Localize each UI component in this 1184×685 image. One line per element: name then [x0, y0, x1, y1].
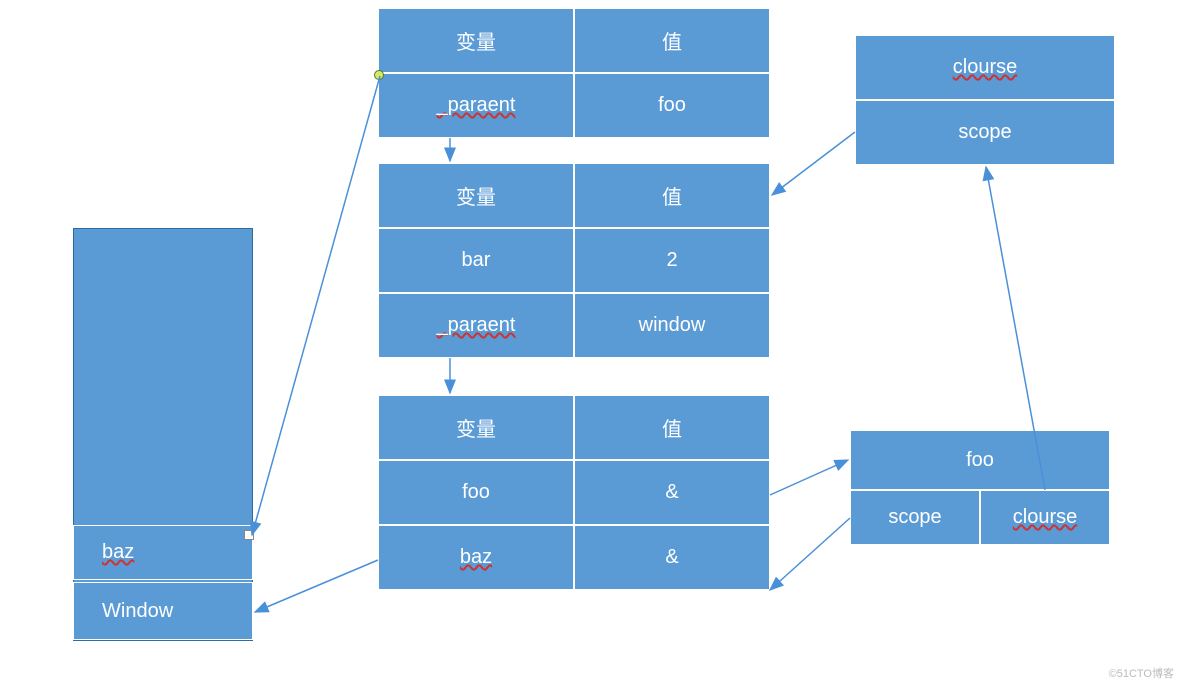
table-mid-r0c1-label: 值 — [662, 181, 682, 210]
table-mid-r2c1-label: window — [639, 314, 706, 337]
table-mid-r1c0: bar — [378, 228, 574, 293]
table-bot-r1c1-label: & — [665, 481, 678, 504]
selection-handle-end — [244, 530, 254, 540]
table-top-r1c1-label: foo — [658, 94, 686, 117]
table-top-r0c0: 变量 — [378, 8, 574, 73]
table-bot-r1c1: & — [574, 460, 770, 525]
table-bot-r0c1: 值 — [574, 395, 770, 460]
selection-handle-start — [374, 70, 384, 80]
table-mid-r1c0-label: bar — [462, 249, 491, 272]
left-baz-cell: baz — [73, 525, 253, 580]
right-bottom-left: scope — [850, 490, 980, 545]
table-mid-r1c1: 2 — [574, 228, 770, 293]
watermark: ©51CTO博客 — [1109, 665, 1174, 681]
right-bottom-title: foo — [850, 430, 1110, 490]
table-bot-r1c0-label: foo — [462, 481, 490, 504]
table-top-r1c1: foo — [574, 73, 770, 138]
table-bot-r1c0: foo — [378, 460, 574, 525]
table-mid-r2c0: _paraent — [378, 293, 574, 358]
table-mid-r2c1: window — [574, 293, 770, 358]
right-bottom-left-label: scope — [888, 506, 941, 529]
table-bot-r2c0-label: baz — [460, 546, 492, 569]
table-top-r1c0: _paraent — [378, 73, 574, 138]
table-top-r1c0-label: _paraent — [437, 94, 516, 117]
table-mid-r0c1: 值 — [574, 163, 770, 228]
table-top-r0c0-label: 变量 — [456, 26, 496, 55]
right-bottom-title-label: foo — [966, 449, 994, 472]
right-top-row-label: scope — [958, 121, 1011, 144]
table-bot-r0c0: 变量 — [378, 395, 574, 460]
right-top-title: clourse — [855, 35, 1115, 100]
table-bot-r0c0-label: 变量 — [456, 413, 496, 442]
diagram-canvas: baz Window 变量 值 _paraent foo 变量 值 bar 2 … — [0, 0, 1184, 685]
left-window-label: Window — [102, 600, 173, 623]
table-bot-r2c0: baz — [378, 525, 574, 590]
table-mid-r0c0: 变量 — [378, 163, 574, 228]
right-bottom-right-label: clourse — [1013, 506, 1077, 529]
table-bot-r2c1-label: & — [665, 546, 678, 569]
right-top-row: scope — [855, 100, 1115, 165]
table-bot-r2c1: & — [574, 525, 770, 590]
left-window-cell: Window — [73, 582, 253, 640]
table-mid-r2c0-label: _paraent — [437, 314, 516, 337]
right-top-title-label: clourse — [953, 56, 1017, 79]
table-mid-r0c0-label: 变量 — [456, 181, 496, 210]
table-top-r0c1-label: 值 — [662, 26, 682, 55]
left-baz-label: baz — [102, 541, 134, 564]
table-mid-r1c1-label: 2 — [666, 249, 677, 272]
table-bot-r0c1-label: 值 — [662, 413, 682, 442]
table-top-r0c1: 值 — [574, 8, 770, 73]
right-bottom-right: clourse — [980, 490, 1110, 545]
